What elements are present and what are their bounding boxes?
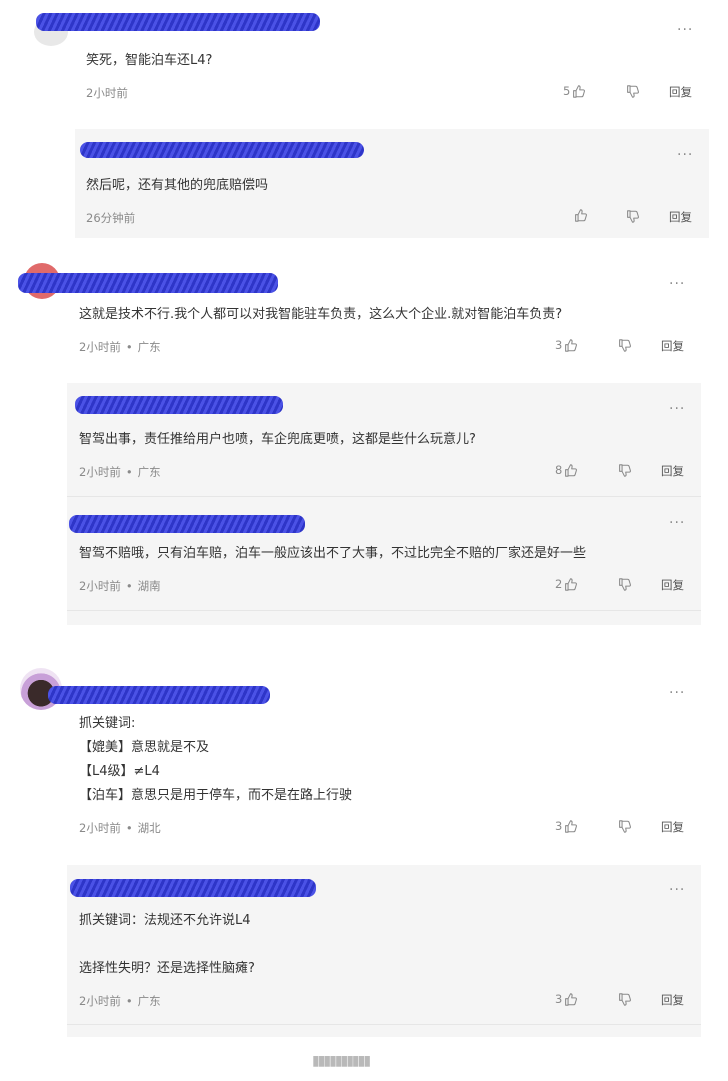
timestamp: 2小时前 [79, 579, 121, 593]
timestamp: 2小时前 [79, 340, 121, 354]
thumbs-up-icon [564, 819, 578, 833]
reply-panel [67, 383, 701, 625]
thumbs-down-icon[interactable] [618, 578, 631, 591]
location: 广东 [137, 465, 161, 479]
timestamp: 2小时前 [79, 465, 121, 479]
reply-button[interactable]: 回复 [661, 820, 684, 834]
redacted-username [48, 686, 270, 704]
more-icon[interactable]: ··· [677, 23, 693, 37]
thumbs-up-icon [572, 84, 586, 98]
comment-meta: 2小时前 • 湖北 [79, 821, 161, 835]
like-count: 2 [555, 577, 563, 591]
reply-button[interactable]: 回复 [661, 339, 684, 353]
like-count: 5 [563, 84, 571, 98]
comment-meta: 2小时前 • 广东 [79, 340, 161, 354]
thumbs-up-icon [564, 992, 578, 1006]
redacted-username [36, 13, 320, 31]
redacted-username [69, 515, 305, 533]
divider [67, 610, 701, 611]
like-button[interactable]: 5 [563, 84, 586, 98]
location: 湖北 [137, 821, 161, 835]
timestamp: 2小时前 [86, 86, 128, 100]
thumbs-down-icon[interactable] [618, 993, 631, 1006]
like-count: 3 [555, 819, 563, 833]
comment-text: 智驾不赔哦，只有泊车赔，泊车一般应该出不了大事，不过比完全不赔的厂家还是好一些 [79, 546, 587, 561]
location: 广东 [137, 994, 161, 1008]
divider [67, 1024, 701, 1025]
more-icon[interactable]: ··· [669, 883, 685, 897]
thumbs-down-icon[interactable] [618, 820, 631, 833]
comment-text-line: 抓关键词：法规还不允许说L4 [79, 913, 251, 928]
redacted-username [75, 396, 283, 414]
reply-button[interactable]: 回复 [669, 85, 692, 99]
watermark-logo: ▮▮▮▮▮▮▮▮▮▮ [312, 1053, 371, 1069]
comment-text: 然后呢，还有其他的兜底赔偿吗 [86, 178, 269, 193]
like-button[interactable]: 8 [555, 463, 578, 477]
timestamp: 26分钟前 [86, 211, 136, 225]
thumbs-down-icon[interactable] [626, 210, 639, 223]
divider [67, 496, 701, 497]
thumbs-down-icon[interactable] [618, 339, 631, 352]
location: 湖南 [137, 579, 161, 593]
thumbs-up-icon [564, 463, 578, 477]
comment-meta: 2小时前 • 广东 [79, 465, 161, 479]
like-count: 8 [555, 463, 563, 477]
redacted-username [70, 879, 316, 897]
comment-meta: 2小时前 • 广东 [79, 994, 161, 1008]
more-icon[interactable]: ··· [669, 516, 685, 530]
like-button[interactable]: 2 [555, 577, 578, 591]
comment-text-line: 【L4级】≠L4 [79, 764, 160, 779]
like-button[interactable] [574, 209, 587, 222]
like-count: 3 [555, 992, 563, 1006]
comment-text-line: 抓关键词: [79, 716, 136, 731]
comment-text: 这就是技术不行.我个人都可以对我智能驻车负责，这么大个企业.就对智能泊车负责? [79, 307, 563, 322]
comment-text-line: 【泊车】意思只是用于停车，而不是在路上行驶 [79, 788, 353, 803]
comment-meta: 26分钟前 [86, 210, 135, 226]
thumbs-down-icon[interactable] [618, 464, 631, 477]
more-icon[interactable]: ··· [677, 148, 693, 162]
reply-button[interactable]: 回复 [661, 464, 684, 478]
more-icon[interactable]: ··· [669, 686, 685, 700]
reply-button[interactable]: 回复 [669, 210, 692, 224]
reply-button[interactable]: 回复 [661, 993, 684, 1007]
comment-meta: 2小时前 [86, 85, 128, 101]
redacted-username [80, 142, 364, 158]
like-button[interactable]: 3 [555, 338, 578, 352]
timestamp: 2小时前 [79, 994, 121, 1008]
comment-text-line: 【媲美】意思就是不及 [79, 740, 210, 755]
redacted-username [18, 273, 278, 293]
reply-button[interactable]: 回复 [661, 578, 684, 592]
comment-text: 笑死，智能泊车还L4? [86, 53, 213, 68]
comment-meta: 2小时前 • 湖南 [79, 579, 161, 593]
thumbs-up-icon [574, 209, 587, 222]
more-icon[interactable]: ··· [669, 277, 685, 291]
thumbs-down-icon[interactable] [626, 85, 639, 98]
comment-text: 智驾出事，责任推给用户也喷，车企兜底更喷，这都是些什么玩意儿? [79, 432, 476, 447]
like-count: 3 [555, 338, 563, 352]
comment-text-line: 选择性失明？还是选择性脑瘫? [79, 961, 255, 976]
more-icon[interactable]: ··· [669, 402, 685, 416]
like-button[interactable]: 3 [555, 992, 578, 1006]
thumbs-up-icon [564, 577, 578, 591]
timestamp: 2小时前 [79, 821, 121, 835]
like-button[interactable]: 3 [555, 819, 578, 833]
thumbs-up-icon [564, 338, 578, 352]
location: 广东 [137, 340, 161, 354]
